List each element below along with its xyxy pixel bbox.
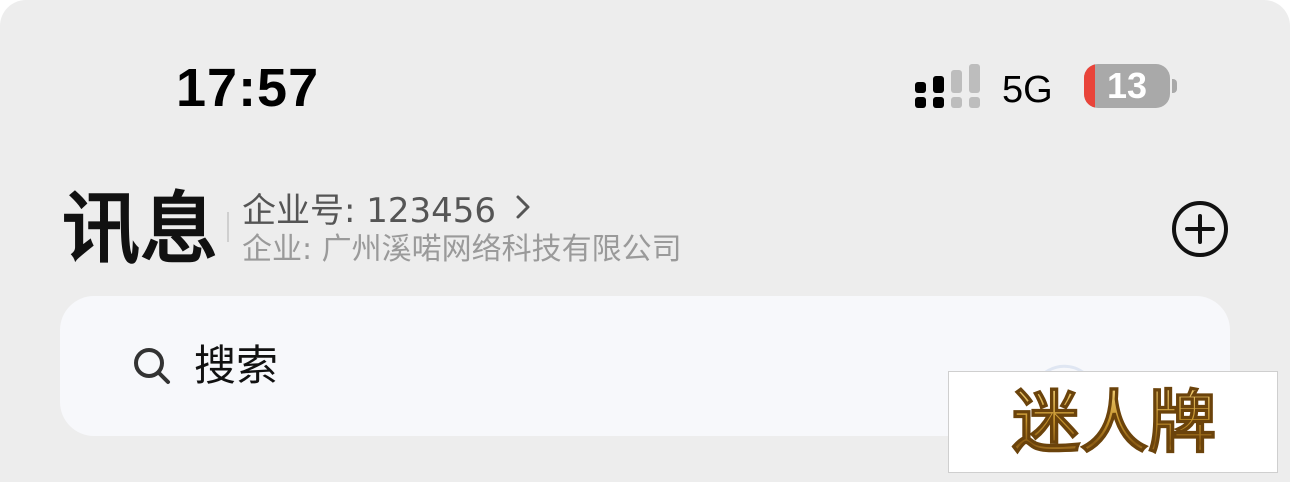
chevron-right-icon bbox=[516, 195, 530, 219]
enterprise-id-link[interactable]: 企业号: 123456 bbox=[242, 186, 536, 231]
page-title: 讯息 bbox=[62, 185, 219, 275]
plus-circle-icon[interactable] bbox=[1170, 199, 1230, 259]
search-icon bbox=[134, 348, 170, 384]
watermark-logo: 迷人牌 bbox=[1011, 383, 1216, 463]
signal-bars-icon bbox=[915, 64, 980, 108]
battery-percent: 13 bbox=[1106, 65, 1148, 106]
status-time: 17:57 bbox=[176, 58, 320, 118]
search-placeholder: 搜索 bbox=[194, 341, 279, 390]
enterprise-name: 企业: 广州溪喏网络科技有限公司 bbox=[242, 232, 682, 267]
network-type: 5G bbox=[1002, 69, 1053, 111]
title-divider bbox=[227, 212, 229, 242]
watermark: 迷人牌 bbox=[948, 371, 1278, 473]
watermark-text: 迷人牌 bbox=[1012, 384, 1216, 463]
battery-indicator: 13 bbox=[1084, 64, 1170, 108]
battery-cap bbox=[1172, 79, 1177, 93]
enterprise-id-label: 企业号: 123456 bbox=[242, 190, 497, 231]
